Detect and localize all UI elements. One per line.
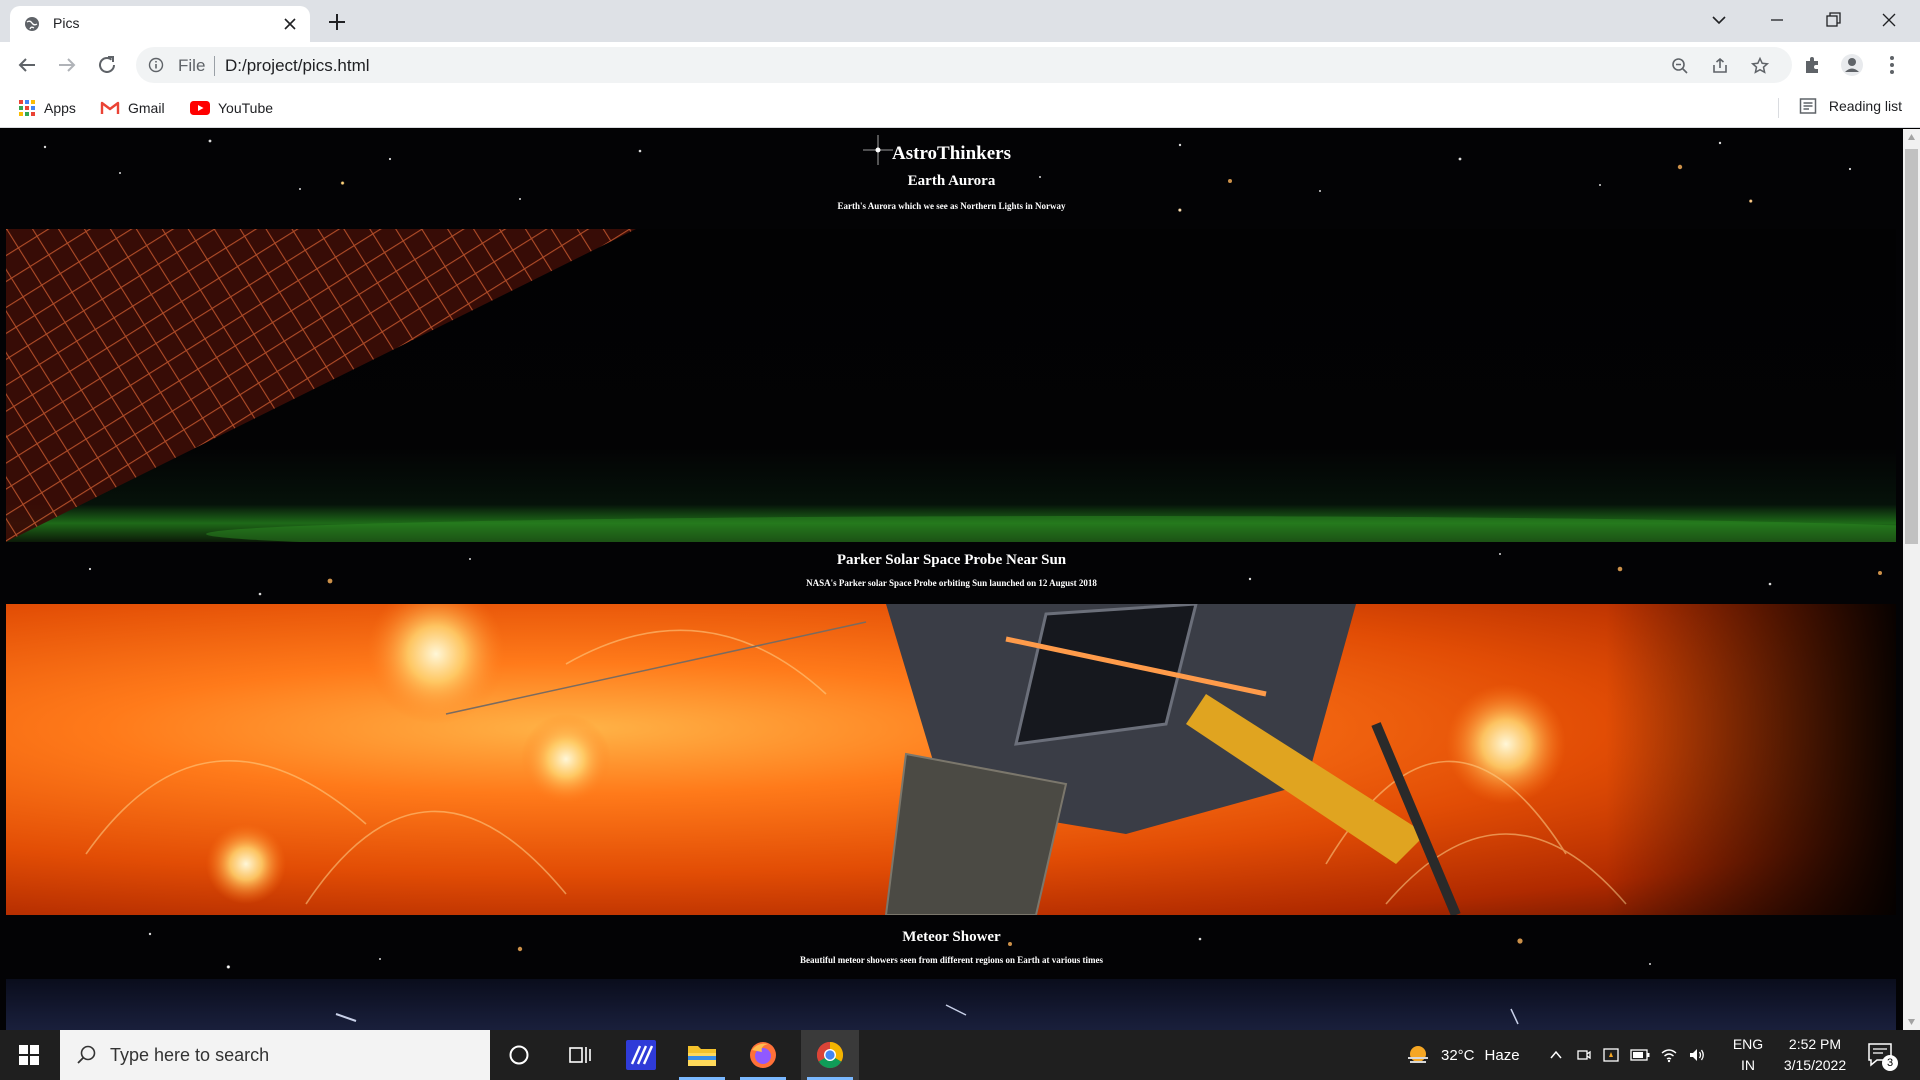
- aurora-image: [6, 229, 1896, 542]
- bookmark-youtube[interactable]: YouTube: [190, 97, 273, 119]
- address-bar[interactable]: File D:/project/pics.html: [136, 47, 1792, 83]
- reading-list-label: Reading list: [1828, 98, 1902, 114]
- space-station-panel-illustration: [6, 229, 1896, 542]
- reading-list-button[interactable]: Reading list: [1799, 97, 1902, 115]
- scroll-up-arrow-icon[interactable]: [1907, 133, 1916, 141]
- reload-icon[interactable]: [95, 53, 119, 77]
- info-icon[interactable]: [148, 57, 164, 73]
- reading-list-icon: [1799, 98, 1817, 114]
- notification-count-badge: 3: [1882, 1055, 1898, 1071]
- bookmarks-bar: Apps Gmail YouTube Reading list: [0, 88, 1920, 128]
- chevron-up-icon[interactable]: [1548, 1047, 1564, 1063]
- section-caption-meteor: Beautiful meteor showers seen from diffe…: [799, 955, 1104, 965]
- reading-list-separator: [1778, 98, 1779, 118]
- meet-now-icon[interactable]: [1576, 1047, 1592, 1063]
- language-code: ENG: [1732, 1036, 1764, 1052]
- extensions-puzzle-icon[interactable]: [1800, 53, 1824, 77]
- bookmark-youtube-label: YouTube: [218, 100, 274, 116]
- region-code: IN: [1741, 1057, 1755, 1073]
- taskbar-firefox[interactable]: [734, 1030, 792, 1080]
- tab-strip: Pics: [0, 0, 1920, 42]
- page-title: AstroThinkers: [892, 143, 1011, 164]
- parker-probe-image: [6, 604, 1896, 915]
- section-heading-aurora: Earth Aurora: [907, 173, 996, 189]
- cortana-button[interactable]: [490, 1030, 548, 1080]
- clock-time: 2:52 PM: [1788, 1036, 1842, 1052]
- taskbar-search-box[interactable]: Type here to search: [60, 1030, 490, 1080]
- kebab-menu-icon[interactable]: [1880, 53, 1904, 77]
- scrollbar-thumb[interactable]: [1905, 149, 1918, 544]
- cortana-circle-icon: [509, 1045, 529, 1065]
- forward-arrow-icon[interactable]: [55, 53, 79, 77]
- restore-icon[interactable]: [1818, 6, 1848, 34]
- zoom-icon[interactable]: [1670, 56, 1690, 76]
- taskbar-search-placeholder: Type here to search: [110, 1045, 270, 1065]
- minimize-icon[interactable]: [1762, 6, 1792, 34]
- url-separator: [214, 56, 215, 76]
- weather-condition: Haze: [1484, 1046, 1520, 1064]
- url-scheme: File: [178, 56, 206, 75]
- browser-tab[interactable]: Pics: [10, 6, 310, 42]
- new-tab-icon[interactable]: [324, 9, 350, 35]
- bookmark-gmail-label: Gmail: [128, 100, 165, 116]
- page-viewport: AstroThinkers Earth Aurora Earth's Auror…: [0, 129, 1903, 1030]
- task-view-icon: [569, 1047, 591, 1063]
- search-icon: [77, 1045, 96, 1064]
- bookmark-star-icon[interactable]: [1750, 56, 1770, 76]
- wifi-icon[interactable]: [1660, 1047, 1678, 1063]
- taskbar-clock[interactable]: 2:52 PM 3/15/2022: [1770, 1034, 1860, 1076]
- taskbar-app-editor[interactable]: [612, 1030, 670, 1080]
- section-caption-aurora: Earth's Aurora which we see as Northern …: [837, 201, 1066, 211]
- input-language[interactable]: ENG IN: [1726, 1034, 1770, 1076]
- section-heading-parker: Parker Solar Space Probe Near Sun: [836, 552, 1067, 568]
- clock-date: 3/15/2022: [1783, 1057, 1847, 1073]
- meteor-streaks: [335, 1004, 1519, 1025]
- youtube-icon: [190, 101, 210, 115]
- back-arrow-icon[interactable]: [15, 53, 39, 77]
- close-window-icon[interactable]: [1874, 6, 1904, 34]
- globe-icon: [25, 17, 39, 31]
- meteor-shower-image: [6, 979, 1896, 1030]
- browser-toolbar: File D:/project/pics.html: [0, 42, 1920, 88]
- start-button[interactable]: [0, 1030, 58, 1080]
- parker-probe-illustration: [85, 604, 1896, 915]
- windows-logo-icon: [19, 1045, 39, 1065]
- battery-icon[interactable]: [1630, 1049, 1650, 1061]
- url-text[interactable]: D:/project/pics.html: [225, 56, 370, 76]
- section-caption-parker: NASA's Parker solar Space Probe orbiting…: [806, 578, 1097, 588]
- bookmark-gmail[interactable]: Gmail: [100, 97, 165, 119]
- notifications-button[interactable]: 3: [1866, 1040, 1906, 1072]
- share-icon[interactable]: [1710, 56, 1730, 76]
- chrome-icon: [816, 1041, 844, 1069]
- bookmark-apps[interactable]: Apps: [18, 97, 76, 119]
- weather-temperature: 32°C: [1441, 1046, 1475, 1064]
- scroll-down-arrow-icon[interactable]: [1907, 1018, 1916, 1026]
- close-tab-icon[interactable]: [280, 14, 300, 34]
- gmail-icon: [100, 101, 120, 114]
- bookmark-apps-label: Apps: [44, 100, 76, 116]
- task-view-button[interactable]: [551, 1030, 609, 1080]
- section-heading-meteor: Meteor Shower: [902, 929, 1001, 945]
- folder-icon: [688, 1046, 716, 1066]
- volume-icon[interactable]: [1688, 1047, 1706, 1063]
- taskbar-chrome[interactable]: [801, 1030, 859, 1080]
- security-warning-icon[interactable]: [1602, 1047, 1620, 1063]
- tab-search-chevron-icon[interactable]: [1704, 6, 1734, 34]
- haze-sun-icon: [1408, 1046, 1428, 1063]
- editor-app-icon: [626, 1040, 656, 1070]
- weather-widget[interactable]: 32°C Haze: [1405, 1030, 1520, 1080]
- taskbar-file-explorer[interactable]: [673, 1030, 731, 1080]
- profile-avatar-icon[interactable]: [1840, 53, 1864, 77]
- firefox-icon: [750, 1042, 776, 1068]
- windows-taskbar: Type here to search 32°C Haze ENG IN 2:5…: [0, 1030, 1920, 1080]
- system-tray-icons: [1548, 1030, 1706, 1080]
- tab-title: Pics: [53, 15, 80, 31]
- vertical-scrollbar[interactable]: [1903, 129, 1920, 1030]
- apps-grid-icon: [19, 100, 35, 116]
